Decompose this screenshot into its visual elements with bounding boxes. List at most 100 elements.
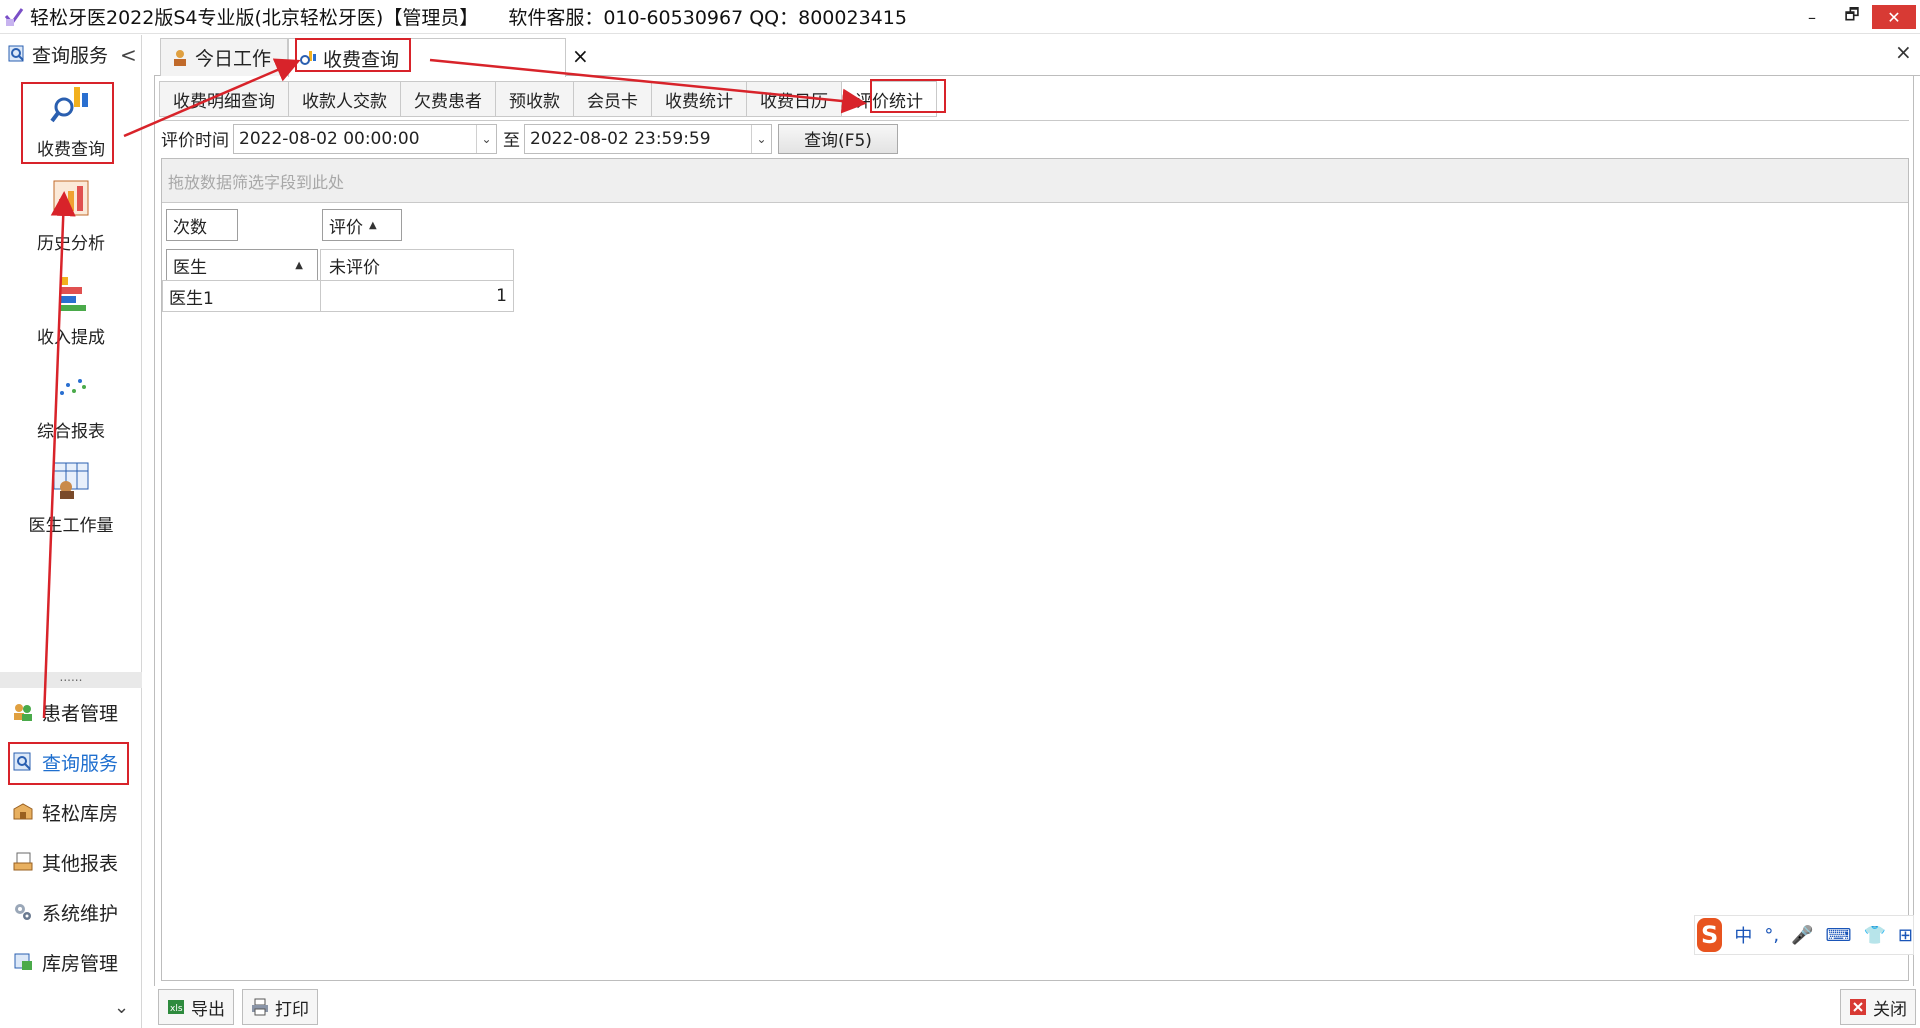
rating-time-label: 评价时间 [161, 131, 229, 151]
ime-punctuation[interactable]: °, [1764, 925, 1779, 946]
title-bar: 轻松牙医2022版S4专业版(北京轻松牙医)【管理员】 软件客服：010-6053… [0, 0, 1920, 34]
sidebar-collapse-button[interactable]: < [120, 43, 137, 67]
nav-patient-management[interactable]: 患者管理 [0, 691, 142, 733]
tab-today-work[interactable]: 今日工作 [160, 38, 288, 76]
pivot-value-cell[interactable]: 1 [320, 280, 514, 312]
bottom-toolbar: xls 导出 打印 关闭 [154, 986, 1920, 1028]
microphone-icon[interactable]: 🎤 [1791, 925, 1813, 946]
filter-row: 评价时间 2022-08-02 00:00:00 ⌄ 至 2022-08-02 … [159, 120, 1909, 154]
subtab-member-card[interactable]: 会员卡 [573, 81, 652, 117]
close-button[interactable]: 关闭 [1840, 989, 1916, 1025]
module-label: 历史分析 [37, 234, 105, 254]
other-reports-icon [12, 851, 34, 873]
end-date-picker[interactable]: 2022-08-02 23:59:59 ⌄ [524, 123, 772, 154]
sidebar-header-label: 查询服务 [32, 44, 109, 67]
field-label: 评价 [329, 217, 363, 238]
patients-icon [12, 701, 34, 723]
sort-ascending-icon: ▲ [369, 219, 377, 231]
module-label: 医生工作量 [28, 516, 114, 536]
content-panel: 收费明细查询 收款人交款 欠费患者 预收款 会员卡 收费统计 收费日历 评价统计… [154, 76, 1914, 986]
close-all-tabs-button[interactable]: × [1895, 40, 1912, 64]
excel-export-icon: xls [167, 998, 185, 1016]
nav-warehouse[interactable]: 轻松库房 [0, 791, 142, 833]
close-window-button[interactable]: ✕ [1872, 5, 1916, 29]
pivot-grid: 拖放数据筛选字段到此处 次数 评价 ▲ 医生 ▲ 未评价 医生1 1 [161, 158, 1909, 981]
export-label: 导出 [191, 999, 225, 1020]
print-label: 打印 [275, 999, 309, 1020]
sogou-logo-icon[interactable]: S [1697, 918, 1723, 952]
subtab-fee-statistics[interactable]: 收费统计 [651, 81, 747, 117]
close-icon [1849, 998, 1867, 1016]
keyboard-icon[interactable]: ⌨ [1826, 925, 1852, 946]
module-doctor-workload[interactable]: 医生工作量 [0, 459, 142, 536]
subtab-fee-details[interactable]: 收费明细查询 [159, 81, 289, 117]
row-header-label: 医生1 [169, 288, 214, 309]
tab-label: 今日工作 [195, 48, 272, 70]
support-info: 软件客服：010-60530967 QQ：800023415 [508, 7, 907, 29]
subtab-payee-handover[interactable]: 收款人交款 [288, 81, 401, 117]
module-comprehensive-report[interactable]: 综合报表 [0, 365, 142, 442]
toolbox-icon[interactable]: ⊞ [1898, 925, 1913, 946]
nav-other-reports[interactable]: 其他报表 [0, 841, 142, 883]
column-header-unrated[interactable]: 未评价 [320, 249, 514, 281]
document-tabs: 今日工作 收费查询 × [154, 38, 1920, 77]
module-income-commission[interactable]: 收入提成 [0, 271, 142, 348]
start-date-value: 2022-08-02 00:00:00 [239, 128, 420, 149]
subtab-fee-calendar[interactable]: 收费日历 [746, 81, 842, 117]
module-label: 收入提成 [37, 328, 105, 348]
filter-drop-zone[interactable]: 拖放数据筛选字段到此处 [162, 159, 1908, 203]
history-analysis-icon [50, 177, 92, 219]
subtab-arrears-patients[interactable]: 欠费患者 [400, 81, 496, 117]
column-header-label: 未评价 [329, 257, 380, 278]
chevron-down-icon[interactable]: ⌄ [751, 124, 771, 153]
pivot-value: 1 [496, 286, 507, 306]
row-header-doctor1[interactable]: 医生1 [162, 280, 322, 312]
subtab-prepayment[interactable]: 预收款 [495, 81, 574, 117]
warehouse-management-icon [12, 951, 34, 973]
sidebar-splitter[interactable]: ...... [0, 671, 142, 688]
svg-text:xls: xls [170, 1004, 183, 1014]
sidebar-more-button[interactable]: ⌄ [114, 997, 129, 1018]
annotation-box-rating-statistics-tab [870, 79, 946, 113]
annotation-box-query-service-nav [8, 742, 129, 785]
module-history-analysis[interactable]: 历史分析 [0, 177, 142, 254]
today-work-icon [171, 49, 189, 67]
warehouse-icon [12, 801, 34, 823]
sub-tab-strip: 收费明细查询 收款人交款 欠费患者 预收款 会员卡 收费统计 收费日历 评价统计 [159, 81, 937, 117]
close-label: 关闭 [1873, 999, 1907, 1020]
annotation-box-fee-query-module [21, 82, 114, 164]
data-field-count[interactable]: 次数 [166, 209, 238, 241]
nav-label: 轻松库房 [42, 802, 119, 825]
column-field-rating[interactable]: 评价 ▲ [322, 209, 402, 241]
system-maintenance-icon [12, 901, 34, 923]
close-tab-button[interactable]: × [572, 44, 589, 68]
nav-label: 其他报表 [42, 852, 119, 875]
nav-label: 患者管理 [42, 702, 119, 725]
start-date-picker[interactable]: 2022-08-02 00:00:00 ⌄ [233, 123, 497, 154]
skin-icon[interactable]: 👕 [1863, 925, 1885, 946]
doctor-workload-icon [50, 459, 92, 501]
field-label: 医生 [173, 257, 207, 278]
field-label: 次数 [173, 217, 207, 238]
to-label: 至 [503, 131, 520, 151]
sidebar: 查询服务 < 收费查询 历史分析 收入提成 综合报表 医生工作量 ...... … [0, 35, 142, 1028]
nav-system-maintenance[interactable]: 系统维护 [0, 891, 142, 933]
query-button[interactable]: 查询(F5) [778, 123, 898, 154]
export-button[interactable]: xls 导出 [158, 989, 234, 1025]
nav-warehouse-management[interactable]: 库房管理 [0, 941, 142, 983]
minimize-button[interactable]: – [1792, 0, 1832, 34]
window-title: 轻松牙医2022版S4专业版(北京轻松牙医)【管理员】 软件客服：010-6053… [30, 7, 907, 29]
income-commission-icon [50, 271, 92, 313]
nav-label: 系统维护 [42, 902, 119, 925]
sort-ascending-icon: ▲ [295, 259, 303, 271]
annotation-box-fee-query-tab [295, 38, 411, 72]
ime-chinese-mode[interactable]: 中 [1734, 922, 1752, 948]
printer-icon [251, 998, 269, 1016]
row-field-doctor[interactable]: 医生 ▲ [166, 249, 318, 281]
ime-toolbar: S 中 °, 🎤 ⌨ 👕 ⊞ [1694, 915, 1914, 955]
print-button[interactable]: 打印 [242, 989, 318, 1025]
end-date-value: 2022-08-02 23:59:59 [530, 128, 711, 149]
chevron-down-icon[interactable]: ⌄ [476, 124, 496, 153]
restore-button[interactable]: 🗗 [1832, 0, 1872, 34]
comprehensive-report-icon [50, 365, 92, 407]
